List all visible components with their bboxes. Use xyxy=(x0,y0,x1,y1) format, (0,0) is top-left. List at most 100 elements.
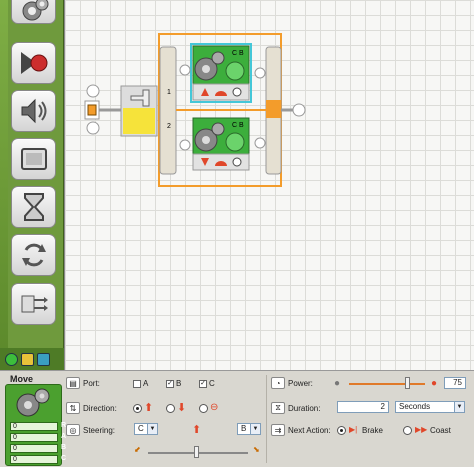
brake-label: Brake xyxy=(362,426,383,435)
slow-turtle-icon: ● xyxy=(334,378,341,389)
coast-radio[interactable] xyxy=(403,426,412,435)
direction-icon: ⇅ xyxy=(66,402,80,414)
duration-unit-select[interactable]: Seconds ▼ xyxy=(395,401,465,413)
palette-wait-block[interactable] xyxy=(11,186,56,228)
duration-label: Duration: xyxy=(288,403,321,413)
beam-end xyxy=(292,103,306,117)
start-icon xyxy=(87,104,97,116)
hourglass-icon xyxy=(23,193,44,221)
steering-row-label: ◎ Steering: xyxy=(66,424,115,436)
palette-loop-block[interactable] xyxy=(11,234,56,276)
block-icon: R0 A0 B0 C0 xyxy=(5,384,66,466)
gears-icon xyxy=(22,0,48,21)
backward-arrow-icon: ⬇ xyxy=(177,402,187,414)
port-a-label: A xyxy=(143,379,149,388)
steering-left-select[interactable]: C ▼ xyxy=(134,423,158,435)
custom-palette-tab[interactable] xyxy=(37,352,50,366)
direction-row-label: ⇅ Direction: xyxy=(66,402,117,414)
palette-display-block[interactable] xyxy=(11,138,56,180)
port-a-checkbox[interactable] xyxy=(133,380,141,388)
power-input[interactable]: 75 xyxy=(444,377,466,389)
switch-case-bottom-label: 2 xyxy=(167,123,171,130)
port-c-label: C xyxy=(209,379,215,388)
program-canvas[interactable]: 1 2 C B C B xyxy=(64,0,474,370)
block-port-a: A0 xyxy=(10,433,66,442)
steering-right-arrow-icon: ⬊ xyxy=(253,445,260,454)
display-icon xyxy=(20,148,47,170)
palette-tabs xyxy=(0,348,64,370)
power-row-label: ◔ Power: xyxy=(271,377,313,389)
next-action-label: Next Action: xyxy=(288,425,331,435)
steering-left-arrow-icon: ⬋ xyxy=(134,445,141,454)
block-port-c: C0 xyxy=(10,455,66,464)
palette-switch-block[interactable] xyxy=(11,283,56,325)
beam-start-top xyxy=(86,84,100,98)
brake-icon: ▶| xyxy=(349,425,358,434)
steering-forward-icon: ⬆ xyxy=(192,424,202,436)
next-action-icon: ⇉ xyxy=(271,424,285,436)
next-action-row-label: ⇉ Next Action: xyxy=(271,424,331,436)
block-port-r: R0 xyxy=(10,422,66,431)
port-label: Port: xyxy=(83,378,100,388)
move-block-top-wire-out xyxy=(254,67,266,79)
direction-forward-radio[interactable] xyxy=(133,404,142,413)
chevron-down-icon: ▼ xyxy=(147,424,157,434)
common-palette-tab[interactable] xyxy=(5,352,18,366)
block-port-b: B0 xyxy=(10,444,66,453)
stop-icon: ⊖ xyxy=(210,402,219,413)
switch-case-top-label: 1 xyxy=(167,89,171,96)
power-slider-track[interactable] xyxy=(349,383,425,385)
palette-move-block[interactable] xyxy=(11,0,56,24)
move-block-top-wheel xyxy=(225,61,245,81)
forward-arrow-icon: ⬆ xyxy=(144,402,154,414)
duration-icon: ⧖ xyxy=(271,402,285,414)
fast-hare-icon: ● xyxy=(431,378,438,389)
loop-icon xyxy=(21,243,46,267)
duration-row-label: ⧖ Duration: xyxy=(271,402,320,414)
move-block-bottom-wire-out xyxy=(254,137,266,149)
power-label: Power: xyxy=(288,378,313,388)
panel-title: Move xyxy=(10,374,34,384)
chevron-down-icon: ▼ xyxy=(454,402,464,412)
direction-stop-radio[interactable] xyxy=(199,404,208,413)
block-palette xyxy=(0,0,64,348)
timer-icon xyxy=(232,87,242,97)
steering-label: Steering: xyxy=(83,425,116,435)
steering-slider-thumb[interactable] xyxy=(194,446,199,458)
switch-merge-point xyxy=(266,100,281,118)
port-icon: ▤ xyxy=(66,377,80,389)
move-block-top-wire-in xyxy=(179,64,191,76)
timer-icon xyxy=(232,157,242,167)
coast-icon: ▶▶ xyxy=(415,425,428,434)
gears-icon xyxy=(16,388,50,417)
switch-icon xyxy=(21,295,48,313)
coast-label: Coast xyxy=(430,426,451,435)
move-block-bottom-ports: C B xyxy=(232,122,244,129)
move-block-bottom-wheel xyxy=(225,132,245,152)
move-block-top-ports: C B xyxy=(232,50,244,57)
steering-icon: ◎ xyxy=(66,424,80,436)
port-c-checkbox[interactable] xyxy=(199,380,207,388)
palette-sound-block[interactable] xyxy=(11,90,56,132)
palette-strip xyxy=(0,0,8,348)
port-b-checkbox[interactable] xyxy=(166,380,174,388)
port-row-label: ▤ Port: xyxy=(66,377,100,389)
chevron-down-icon: ▼ xyxy=(250,424,260,434)
steering-right-select[interactable]: B ▼ xyxy=(237,423,261,435)
configuration-panel: Move R0 A0 B0 C0 ▤ Port: A B C ⇅ Directi… xyxy=(0,370,474,467)
speedometer-icon: ◔ xyxy=(271,377,285,389)
beam-start-bottom xyxy=(86,121,100,135)
direction-label: Direction: xyxy=(83,403,117,413)
power-slider-thumb[interactable] xyxy=(405,377,410,389)
switch-left-rail xyxy=(159,46,177,175)
program-diagram: 1 2 C B C B xyxy=(84,33,306,187)
palette-record-play-block[interactable] xyxy=(11,42,56,84)
duration-input[interactable]: 2 xyxy=(337,401,389,413)
direction-backward-radio[interactable] xyxy=(166,404,175,413)
brake-radio[interactable] xyxy=(337,426,346,435)
switch-block-tab xyxy=(123,108,155,134)
record-play-icon xyxy=(20,52,47,74)
move-block-bottom-wire-in xyxy=(179,139,191,151)
complete-palette-tab[interactable] xyxy=(21,352,34,366)
panel-divider xyxy=(266,375,267,463)
